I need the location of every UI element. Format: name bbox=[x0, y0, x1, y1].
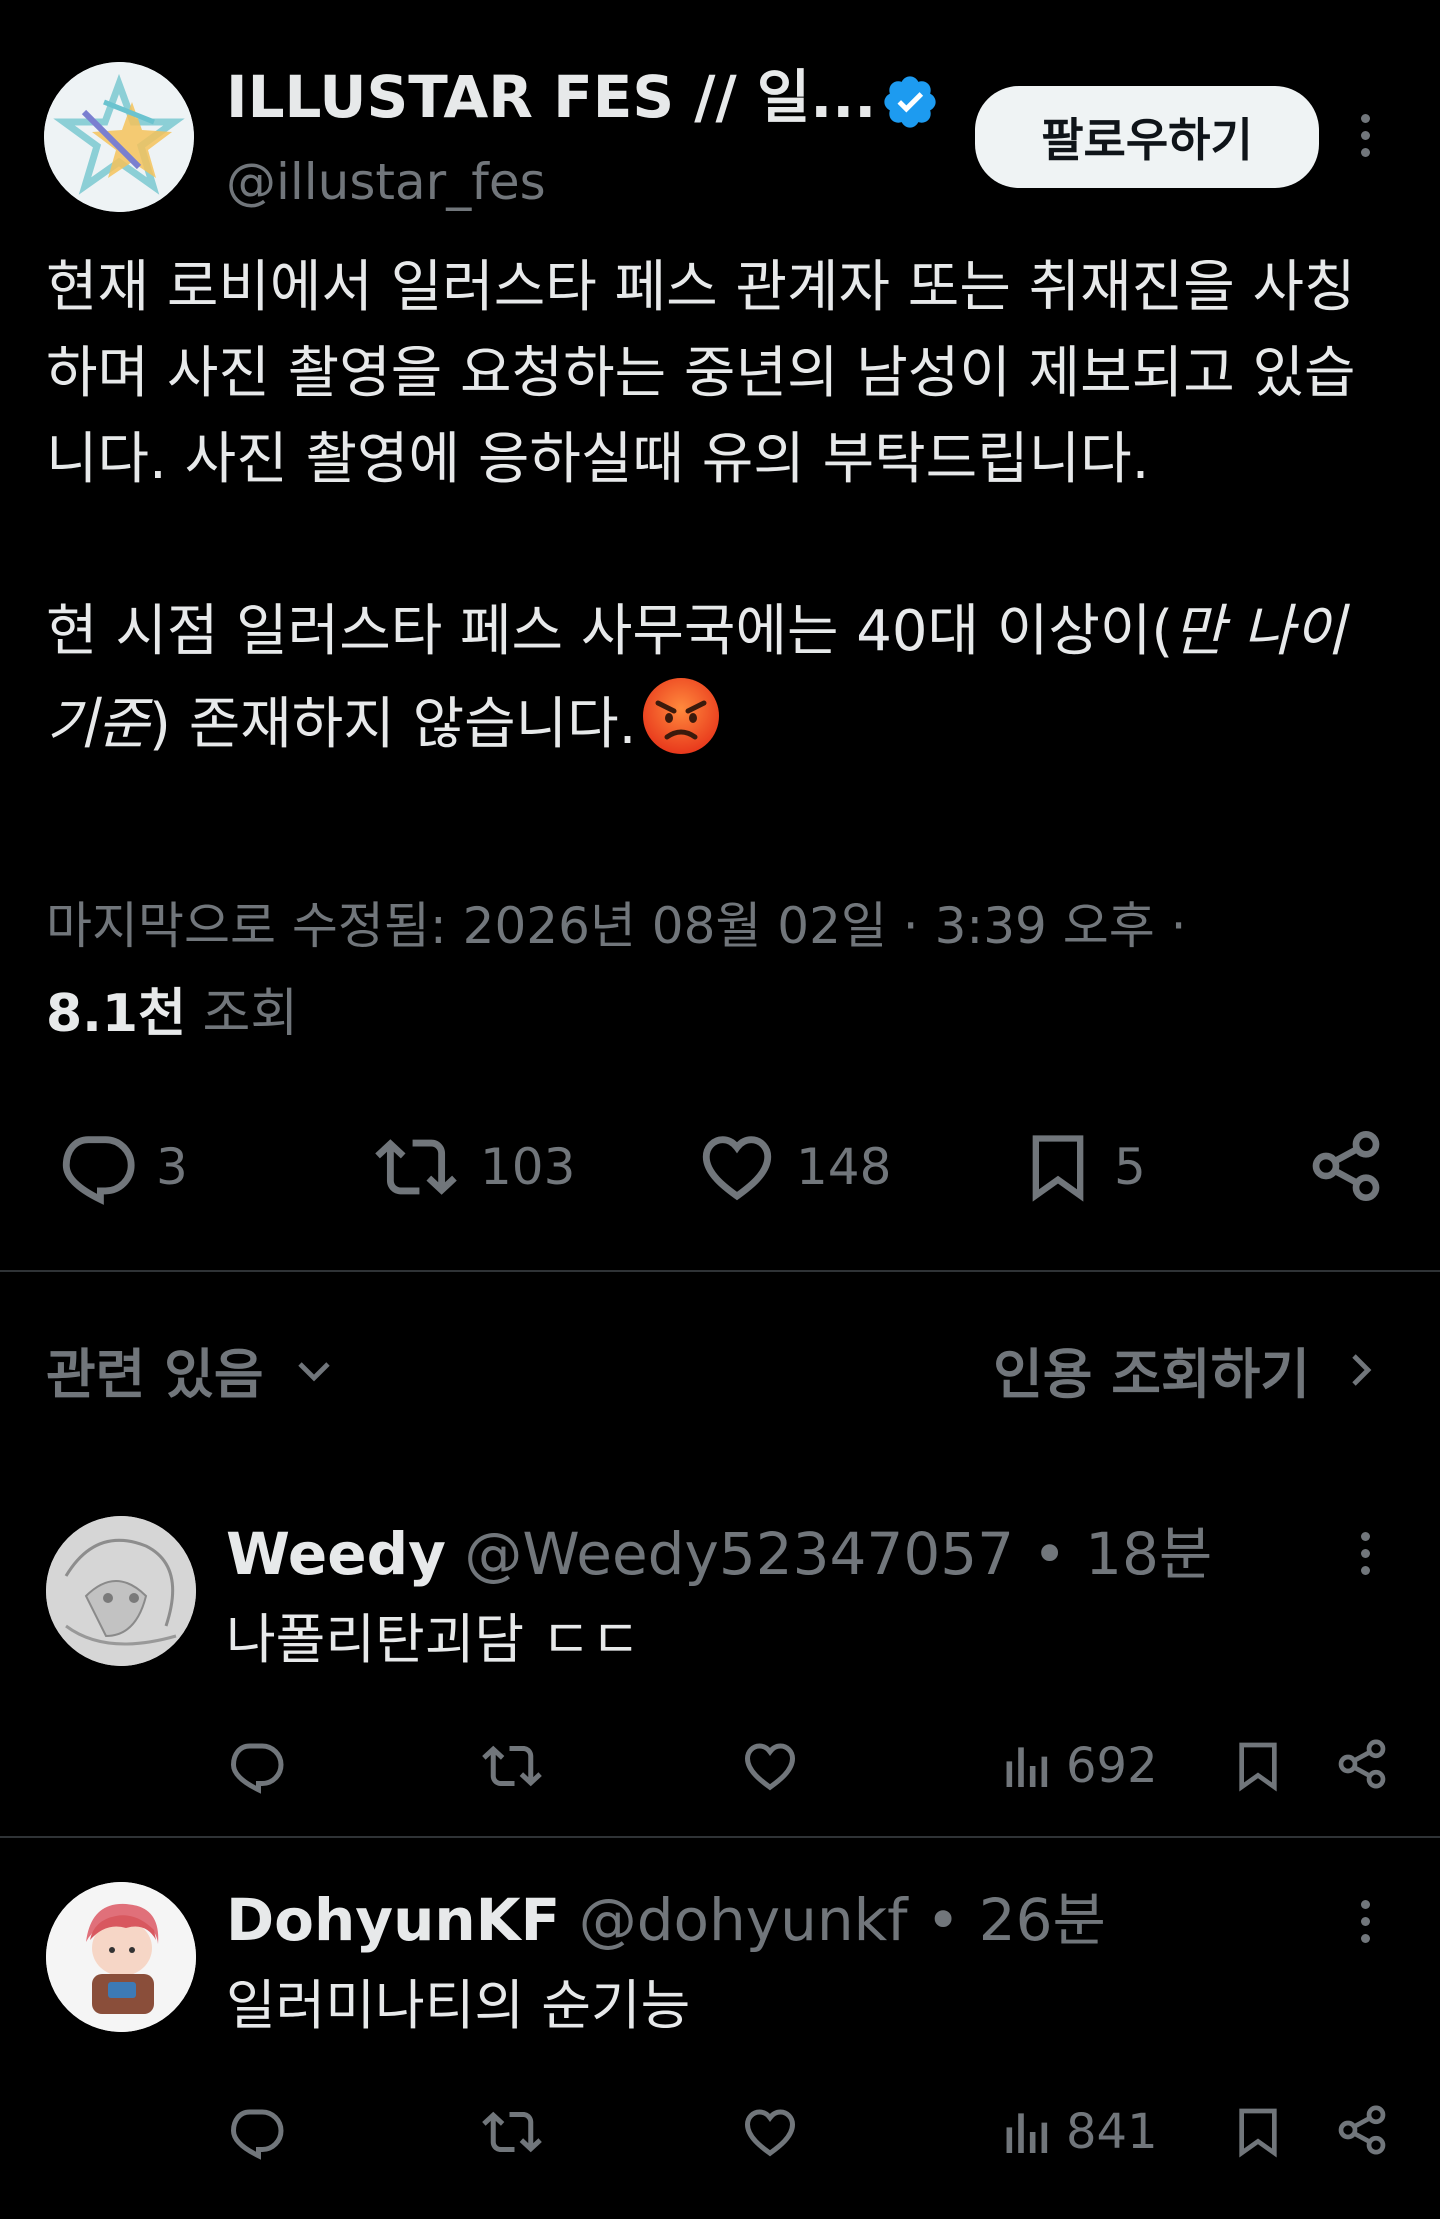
reply-text: 일러미나티의 순기능 bbox=[226, 1974, 691, 2037]
tweet-paragraph-2-end: ) 존재하지 않습니다. bbox=[149, 692, 637, 757]
like-button[interactable] bbox=[740, 2102, 800, 2162]
reply-header: Weedy @Weedy52347057 • 18분 bbox=[226, 1518, 1212, 1590]
reply-author-name[interactable]: DohyunKF bbox=[226, 1886, 560, 1954]
tweet-paragraph-2-start: 현 시점 일러스타 페스 사무국에는 40대 이상이( bbox=[46, 599, 1174, 664]
views-count: 841 bbox=[1066, 2104, 1158, 2160]
retweet-icon bbox=[482, 1745, 542, 1787]
more-icon[interactable] bbox=[1358, 1532, 1372, 1575]
divider bbox=[0, 1270, 1440, 1272]
chevron-down-icon bbox=[297, 1361, 330, 1381]
tweet-paragraph-1: 현재 로비에서 일러스타 페스 관계자 또는 취재진을 사칭하며 사진 촬영을 … bbox=[46, 255, 1356, 492]
more-icon[interactable] bbox=[1358, 114, 1372, 157]
reply-button[interactable]: 3 bbox=[56, 1126, 188, 1208]
bookmark-count: 5 bbox=[1114, 1138, 1146, 1196]
share-button[interactable] bbox=[1334, 2102, 1390, 2158]
follow-button[interactable]: 팔로우하기 bbox=[975, 86, 1319, 188]
author-handle[interactable]: @illustar_fes bbox=[226, 150, 546, 214]
views-count: 8.1천 bbox=[46, 984, 186, 1044]
view-quotes-label: 인용 조회하기 bbox=[993, 1343, 1310, 1406]
bookmark-button[interactable] bbox=[1230, 2102, 1286, 2162]
like-icon bbox=[744, 2109, 796, 2157]
bookmark-icon bbox=[1032, 1135, 1084, 1202]
share-icon bbox=[1338, 2105, 1386, 2155]
views-icon bbox=[1006, 1747, 1048, 1787]
reply-button[interactable] bbox=[226, 1736, 286, 1796]
share-icon bbox=[1338, 1739, 1386, 1789]
reply-count: 3 bbox=[156, 1138, 188, 1196]
like-button[interactable]: 148 bbox=[696, 1126, 891, 1208]
retweet-icon bbox=[375, 1139, 457, 1195]
view-quotes-link[interactable]: 인용 조회하기 bbox=[993, 1330, 1384, 1409]
angry-face-emoji bbox=[640, 675, 722, 757]
reply-button[interactable] bbox=[226, 2102, 286, 2162]
bookmark-icon bbox=[1239, 2108, 1277, 2158]
verified-badge-icon bbox=[880, 72, 940, 132]
share-icon bbox=[1312, 1131, 1380, 1201]
bookmark-icon bbox=[1239, 1742, 1277, 1792]
share-button[interactable] bbox=[1306, 1126, 1386, 1206]
reply-avatar[interactable] bbox=[46, 1882, 196, 2032]
sort-relevance-dropdown[interactable]: 관련 있음 bbox=[46, 1330, 338, 1409]
divider bbox=[0, 1836, 1440, 1838]
like-count: 148 bbox=[796, 1138, 892, 1196]
retweet-button[interactable]: 103 bbox=[370, 1126, 575, 1208]
retweet-icon bbox=[482, 2111, 542, 2153]
views-button[interactable]: 841 bbox=[1000, 2102, 1158, 2162]
share-button[interactable] bbox=[1334, 1736, 1390, 1792]
views-line: 8.1천 조회 bbox=[46, 978, 298, 1050]
author-name[interactable]: ILLUSTAR FES // 일... bbox=[226, 62, 876, 132]
like-button[interactable] bbox=[740, 1736, 800, 1796]
tweet-text: 현재 로비에서 일러스타 페스 관계자 또는 취재진을 사칭하며 사진 촬영을 … bbox=[46, 245, 1396, 768]
reply-author-name[interactable]: Weedy bbox=[226, 1520, 446, 1588]
retweet-count: 103 bbox=[480, 1138, 576, 1196]
like-icon bbox=[744, 1743, 796, 1791]
retweet-button[interactable] bbox=[480, 1736, 544, 1796]
reply-icon bbox=[62, 1136, 135, 1205]
reply-avatar[interactable] bbox=[46, 1516, 196, 1666]
bookmark-button[interactable] bbox=[1230, 1736, 1286, 1796]
bookmark-button[interactable]: 5 bbox=[1020, 1126, 1146, 1208]
reply-handle[interactable]: @Weedy52347057 bbox=[464, 1520, 1014, 1588]
author-avatar[interactable] bbox=[44, 62, 194, 212]
views-label: 조회 bbox=[202, 984, 299, 1044]
reply-time[interactable]: • 18분 bbox=[1032, 1520, 1212, 1588]
reply-time[interactable]: • 26분 bbox=[926, 1886, 1106, 1954]
like-icon bbox=[702, 1136, 772, 1201]
sort-relevance-label: 관련 있음 bbox=[46, 1343, 264, 1406]
chevron-right-icon bbox=[1352, 1353, 1372, 1386]
views-icon bbox=[1006, 2113, 1048, 2153]
reply-icon bbox=[230, 1743, 284, 1794]
reply-handle[interactable]: @dohyunkf bbox=[579, 1886, 908, 1954]
reply-text: 나폴리탄괴담 ㄷㄷ bbox=[226, 1608, 641, 1671]
reply-header: DohyunKF @dohyunkf • 26분 bbox=[226, 1884, 1106, 1956]
views-count: 692 bbox=[1066, 1738, 1158, 1794]
more-icon[interactable] bbox=[1358, 1900, 1372, 1943]
reply-icon bbox=[230, 2109, 284, 2160]
retweet-button[interactable] bbox=[480, 2102, 544, 2162]
views-button[interactable]: 692 bbox=[1000, 1736, 1158, 1796]
edited-timestamp[interactable]: 마지막으로 수정됨: 2026년 08월 02일 · 3:39 오후 · bbox=[46, 890, 1187, 962]
tweet-paragraph-2: 현 시점 일러스타 페스 사무국에는 40대 이상이(만 나이 기준) 존재하지… bbox=[46, 589, 1396, 768]
